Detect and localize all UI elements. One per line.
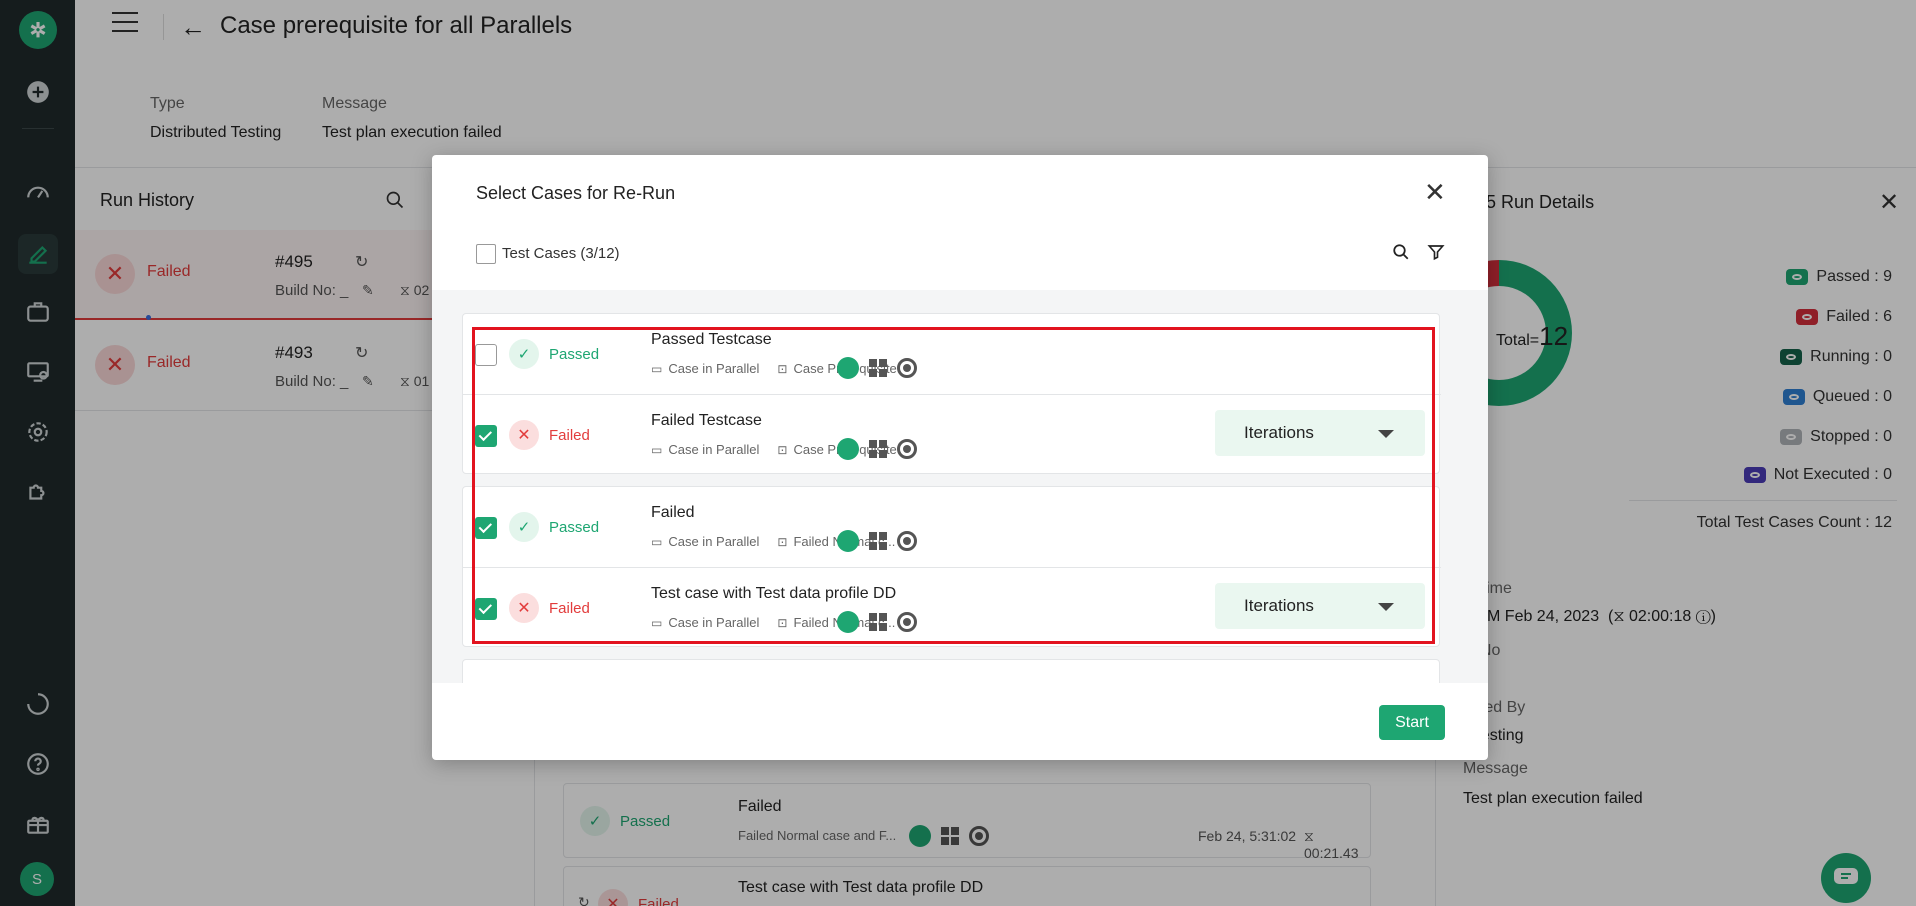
case-group xyxy=(462,659,1440,683)
modal-title: Select Cases for Re-Run xyxy=(476,183,676,203)
start-button[interactable]: Start xyxy=(1379,705,1445,740)
filter-icon[interactable] xyxy=(1427,243,1445,266)
highlight-annotation-box xyxy=(472,327,1435,644)
close-icon[interactable]: ✕ xyxy=(1424,177,1446,208)
search-icon[interactable] xyxy=(1392,243,1410,266)
select-all-checkbox[interactable] xyxy=(476,244,496,264)
select-all-label: Test Cases (3/12) xyxy=(502,245,620,262)
